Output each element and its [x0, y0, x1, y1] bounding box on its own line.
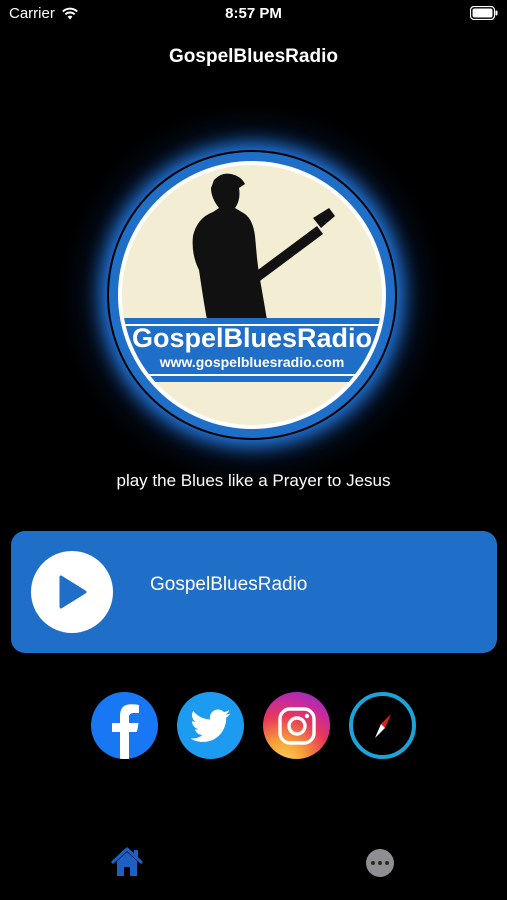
instagram-icon — [277, 706, 316, 745]
logo-brand-text: GospelBluesRadio — [132, 323, 372, 353]
station-logo: GospelBluesRadio www.gospelbluesradio.co… — [107, 150, 397, 440]
home-icon — [111, 847, 143, 876]
tagline: play the Blues like a Prayer to Jesus — [116, 471, 391, 490]
page-title: GospelBluesRadio — [169, 46, 338, 67]
safari-button[interactable] — [349, 692, 416, 759]
tab-bar — [0, 840, 507, 890]
play-icon — [59, 575, 87, 609]
compass-icon — [374, 713, 391, 738]
play-button[interactable] — [31, 551, 113, 633]
social-links — [0, 692, 507, 759]
status-bar: Carrier 8:57 PM — [0, 0, 507, 28]
status-time: 8:57 PM — [225, 5, 282, 22]
battery-icon — [469, 5, 498, 24]
twitter-button[interactable] — [177, 692, 244, 759]
facebook-icon — [112, 704, 139, 759]
tab-home[interactable] — [110, 846, 144, 878]
player-card[interactable]: GospelBluesRadio — [11, 531, 497, 653]
station-name: GospelBluesRadio — [150, 574, 308, 595]
twitter-icon — [190, 709, 230, 742]
logo-url-text: www.gospelbluesradio.com — [159, 354, 345, 370]
more-icon — [371, 861, 375, 865]
facebook-button[interactable] — [91, 692, 158, 759]
tab-more[interactable] — [366, 849, 394, 877]
instagram-button[interactable] — [263, 692, 330, 759]
